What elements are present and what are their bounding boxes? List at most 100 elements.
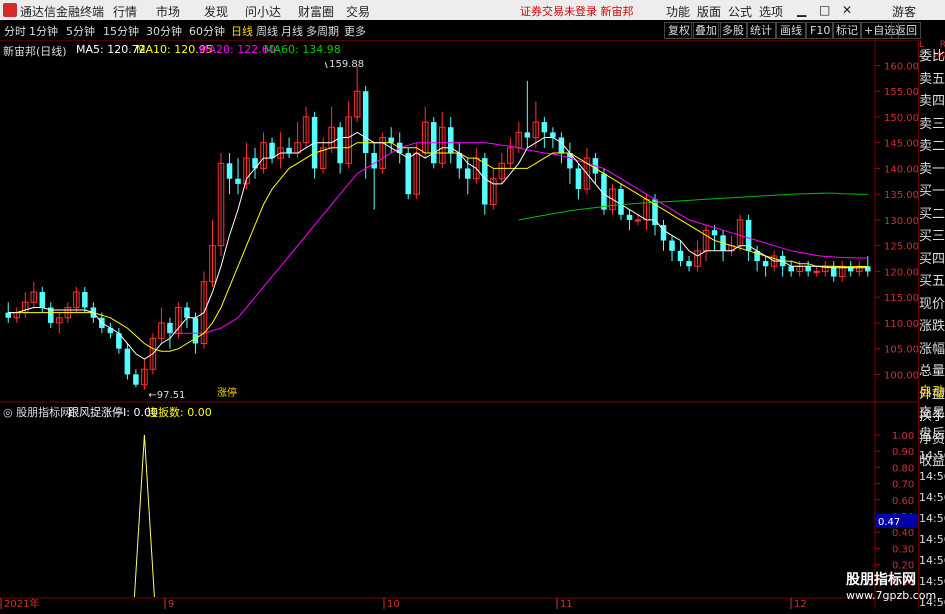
candle-body xyxy=(82,292,88,308)
price-tick-label: 135.00 xyxy=(884,190,918,201)
ma20-line xyxy=(169,142,868,334)
sidebar-bottom-item[interactable]: 自动 xyxy=(919,382,945,404)
indicator-panel: 1.000.900.800.700.600.500.400.300.200.10… xyxy=(0,431,918,609)
price-tick-label: 100.00 xyxy=(884,370,918,381)
period-30min[interactable]: 30分钟 xyxy=(146,23,182,39)
menu-formula[interactable]: 公式 xyxy=(728,3,752,20)
app-title: 通达信金融终端 xyxy=(20,5,105,19)
price-tick-label: 120.00 xyxy=(884,267,918,278)
guest-login[interactable]: 游客 xyxy=(892,3,916,20)
sidebar-bottom-item[interactable]: 14:56 xyxy=(919,487,945,509)
sidebar-item[interactable]: 卖三 xyxy=(919,114,945,136)
high-label: 159.88 xyxy=(329,59,364,70)
menu-market[interactable]: 市场 xyxy=(156,3,180,20)
period-weekly[interactable]: 周线 xyxy=(256,23,278,39)
sidebar-item[interactable]: 卖二 xyxy=(919,136,945,158)
indicator-tick-label: 0.60 xyxy=(892,496,914,507)
title-bar: 通达信金融终端 行情 市场 发现 问小达 财富圈 交易 证券交易未登录 新宙邦 … xyxy=(0,0,945,20)
maximize-icon[interactable]: □ xyxy=(819,3,830,17)
multi-stock-button[interactable]: 多股 xyxy=(718,22,748,39)
minimize-icon[interactable]: ▁ xyxy=(797,3,806,17)
price-tick-label: 140.00 xyxy=(884,164,918,175)
sidebar-item[interactable]: 现价 xyxy=(919,294,945,316)
sidebar-item[interactable]: 涨幅 xyxy=(919,339,945,361)
period-daily[interactable]: 日线 xyxy=(231,23,253,39)
menu-trade[interactable]: 交易 xyxy=(346,3,370,20)
sidebar-item[interactable]: 买一 xyxy=(919,181,945,203)
back-button[interactable]: 返回 xyxy=(891,22,921,39)
sidebar-bottom-item[interactable]: 盘后 xyxy=(919,424,945,446)
low-label: ←97.51 xyxy=(148,390,185,401)
candle-body xyxy=(669,240,675,251)
indicator-marker-label: 0.47 xyxy=(878,517,900,528)
sidebar-item[interactable]: 卖五 xyxy=(919,69,945,91)
candle-body xyxy=(362,91,369,153)
indicator-source: ◎ 股朋指标网 xyxy=(3,406,72,419)
menu-wealth[interactable]: 财富圈 xyxy=(298,3,334,20)
sidebar-item[interactable]: 买二 xyxy=(919,204,945,226)
candle-body xyxy=(226,163,233,179)
period-more[interactable]: 更多 xyxy=(344,23,366,39)
sidebar-item[interactable]: 涨跌 xyxy=(919,316,945,338)
indicator-tick-label: 0.90 xyxy=(892,447,914,458)
close-icon[interactable]: ✕ xyxy=(842,3,852,17)
sidebar-bottom-item[interactable]: 14:56 xyxy=(919,445,945,467)
candle-body xyxy=(813,270,820,273)
price-tick-label: 155.00 xyxy=(884,87,918,98)
statistics-button[interactable]: 统计 xyxy=(746,22,776,39)
date-label: 2021年 xyxy=(4,597,39,609)
date-label: 10 xyxy=(387,599,400,609)
candle-body xyxy=(788,266,794,272)
sidebar-bottom-item[interactable]: 14:56 xyxy=(919,466,945,488)
indicator-spike xyxy=(133,434,155,598)
watermark-url: www.7gpzb.com xyxy=(846,589,937,602)
candle-body xyxy=(541,122,548,133)
period-monthly[interactable]: 月线 xyxy=(281,23,303,39)
period-5min[interactable]: 5分钟 xyxy=(66,23,95,39)
sidebar-bottom-item[interactable]: 14:56 xyxy=(919,529,945,551)
sidebar-item[interactable]: 委比 xyxy=(919,46,945,68)
sidebar-item[interactable]: 卖一 xyxy=(919,159,945,181)
sidebar-bottom-item[interactable]: 14:56 xyxy=(919,508,945,530)
indicator-tick-label: 0.40 xyxy=(892,528,914,539)
price-tick-label: 110.00 xyxy=(884,319,918,330)
sidebar-item[interactable]: 买五 xyxy=(919,271,945,293)
menu-function[interactable]: 功能 xyxy=(666,3,690,20)
period-60min[interactable]: 60分钟 xyxy=(189,23,225,39)
sidebar-bottom-item[interactable]: 交易 xyxy=(919,403,945,425)
candle-body xyxy=(465,168,471,179)
period-15min[interactable]: 15分钟 xyxy=(103,23,139,39)
sidebar-item[interactable]: 买三 xyxy=(919,226,945,248)
menu-discover[interactable]: 发现 xyxy=(204,3,228,20)
sidebar-item[interactable]: 买四 xyxy=(919,249,945,271)
candle-body xyxy=(864,266,871,272)
ma60-line xyxy=(518,192,868,221)
indicator-tick-label: 0.80 xyxy=(892,463,914,474)
draw-button[interactable]: 画线 xyxy=(776,22,806,39)
candlestick-series xyxy=(5,66,871,390)
candle-body xyxy=(5,312,12,318)
period-multi[interactable]: 多周期 xyxy=(306,23,339,39)
f10-button[interactable]: F10 xyxy=(806,22,835,39)
menu-layout[interactable]: 版面 xyxy=(697,3,721,20)
kline-chart[interactable]: 160.00 155.00 150.00 145.00 140.00 135.00 130.… xyxy=(0,40,918,609)
period-1min[interactable]: 1分钟 xyxy=(29,23,58,39)
overlay-button[interactable]: 叠加 xyxy=(691,22,721,39)
mark-button[interactable]: 标记 xyxy=(832,22,862,39)
candle-body xyxy=(184,307,190,318)
sidebar-bottom-item[interactable]: 14:56 xyxy=(919,550,945,572)
price-tick-label: 105.00 xyxy=(884,345,918,356)
candle-body xyxy=(388,137,394,143)
period-intraday[interactable]: 分时 xyxy=(4,23,26,39)
menu-ask[interactable]: 问小达 xyxy=(245,3,281,20)
menu-options[interactable]: 选项 xyxy=(759,3,783,20)
indicator-tick-label: 0.70 xyxy=(892,480,914,491)
sidebar-item[interactable]: 总量 xyxy=(919,361,945,383)
candle-body xyxy=(762,261,769,267)
sidebar-item[interactable]: 卖四 xyxy=(919,91,945,113)
candle-body xyxy=(634,219,642,222)
menu-market-quotes[interactable]: 行情 xyxy=(113,3,137,20)
candle-body xyxy=(482,158,488,205)
candle-body xyxy=(575,168,582,190)
adjust-button[interactable]: 复权 xyxy=(664,22,694,39)
